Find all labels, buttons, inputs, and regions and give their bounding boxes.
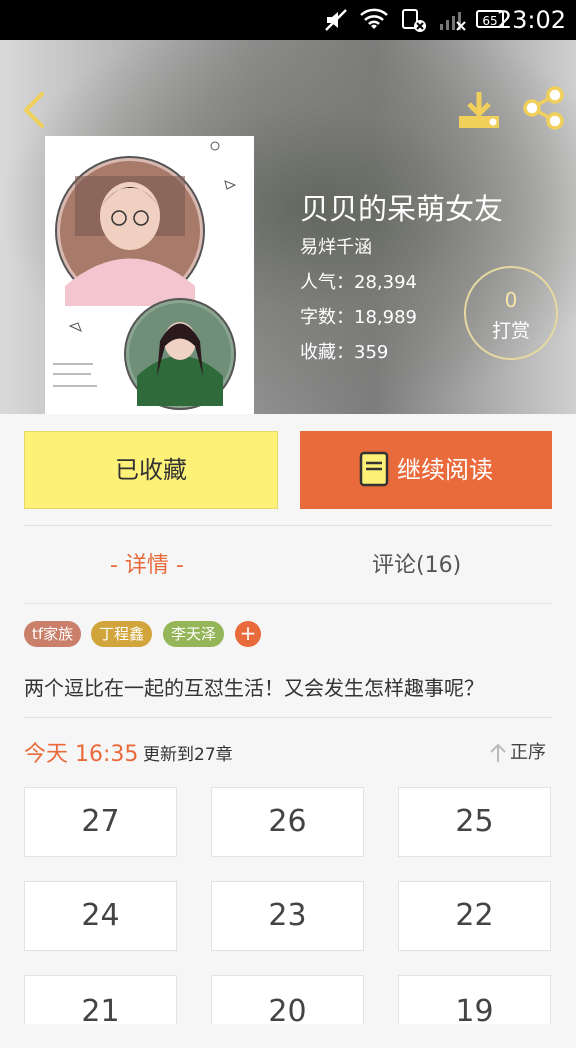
status-time: 23:02 (496, 6, 566, 34)
share-icon[interactable] (520, 84, 568, 132)
sim-error-icon (402, 9, 426, 32)
chapter-cell[interactable]: 25 (398, 787, 551, 857)
tab-detail[interactable]: - 详情 - (110, 548, 184, 584)
chapter-cell[interactable]: 27 (24, 787, 177, 857)
cover-illustration (45, 136, 254, 414)
book-author[interactable]: 易烊千涵 (300, 233, 372, 259)
book-favorites: 收藏：359 (300, 342, 389, 363)
add-tag-button[interactable]: + (235, 621, 261, 647)
tag-ding-chengxin[interactable]: 丁程鑫 (91, 621, 153, 647)
download-icon[interactable] (456, 88, 502, 132)
reward-label: 打赏 (491, 320, 530, 342)
sort-label: 正序 (510, 742, 546, 763)
sort-order-button[interactable]: 正序 (488, 738, 546, 764)
chapter-cell[interactable]: 23 (211, 881, 364, 951)
book-word-count: 字数：18,989 (300, 307, 417, 328)
book-title: 贝贝的呆萌女友 (300, 192, 504, 226)
chapter-cell[interactable]: 22 (398, 881, 551, 951)
book-cover[interactable] (45, 136, 254, 414)
continue-reading-button[interactable]: 继续阅读 (300, 431, 552, 509)
book-icon (359, 451, 389, 487)
tag-li-tianze[interactable]: 李天泽 (163, 621, 225, 647)
book-popularity: 人气：28,394 (300, 272, 417, 293)
chapter-cell[interactable]: 24 (24, 881, 177, 951)
reward-button[interactable]: 0 打赏 (464, 266, 558, 360)
reward-count: 0 (504, 288, 518, 312)
divider (24, 717, 552, 718)
divider (24, 603, 552, 604)
favorite-button[interactable]: 已收藏 (24, 431, 278, 509)
chapter-cell[interactable]: 19 (398, 975, 551, 1029)
wifi-icon (360, 8, 388, 29)
arrow-up-icon (490, 743, 506, 762)
mute-icon (325, 9, 347, 31)
tag-tf-family[interactable]: tf家族 (24, 621, 82, 647)
status-bar: 65 23:02 (0, 0, 576, 40)
chapter-cell[interactable]: 20 (211, 975, 364, 1029)
back-icon[interactable] (14, 88, 54, 132)
signal-icon (440, 12, 466, 31)
chapter-cell[interactable]: 21 (24, 975, 177, 1029)
book-description: 两个逗比在一起的互怼生活！又会发生怎样趣事呢？ (24, 676, 484, 700)
tab-comments[interactable]: 评论(16) (372, 548, 461, 584)
update-label: 更新到27章 (143, 745, 233, 765)
divider (24, 525, 552, 526)
continue-reading-label: 继续阅读 (397, 456, 493, 484)
chapter-cell[interactable]: 26 (211, 787, 364, 857)
update-time: 今天 16:35 (24, 742, 139, 767)
book-header: 贝贝的呆萌女友 易烊千涵 人气：28,394 字数：18,989 收藏：359 … (0, 40, 576, 414)
